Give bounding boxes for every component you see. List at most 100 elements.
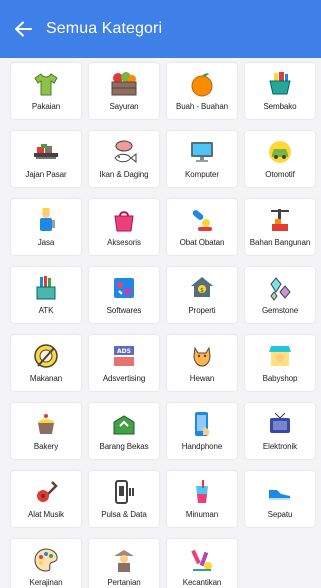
category-grid: Pakaian Sayuran Buah - Buahan Sembako Ja…	[11, 63, 321, 588]
category-card-buah[interactable]: Buah - Buahan	[167, 63, 237, 119]
category-label: Alat Musik	[28, 510, 64, 519]
back-button[interactable]	[0, 0, 46, 58]
handbag-icon	[109, 205, 139, 235]
grocery-basket-icon	[265, 69, 295, 99]
category-label: Softwares	[106, 306, 142, 315]
snack-tray-icon	[31, 137, 61, 167]
vegetable-crate-icon	[109, 69, 139, 99]
category-label: Kecantikan	[182, 578, 222, 587]
fish-meat-icon	[109, 137, 139, 167]
category-label: Otomotif	[265, 170, 295, 179]
category-card-otomotif[interactable]: Otomotif	[245, 131, 315, 187]
worker-icon	[31, 205, 61, 235]
category-label: Makanan	[29, 374, 63, 383]
cupcake-icon	[31, 409, 61, 439]
category-label: Sembako	[263, 102, 297, 111]
category-card-atk[interactable]: ATK	[11, 267, 81, 323]
orange-fruit-icon	[187, 69, 217, 99]
smartphone-icon	[187, 409, 217, 439]
category-card-jajan-pasar[interactable]: Jajan Pasar	[11, 131, 81, 187]
category-label: Komputer	[185, 170, 219, 179]
phone-credit-icon	[109, 477, 139, 507]
category-card-obat[interactable]: Obat Obatan	[167, 199, 237, 255]
drink-icon	[187, 477, 217, 507]
category-label: Minuman	[185, 510, 219, 519]
computer-monitor-icon	[187, 137, 217, 167]
shoe-icon	[265, 477, 295, 507]
category-label: Barang Bekas	[99, 442, 149, 451]
category-label: Pertanian	[107, 578, 141, 587]
category-label: ATK	[38, 306, 54, 315]
ads-banner-icon: ADS	[109, 341, 139, 371]
category-label: Pulsa & Data	[101, 510, 147, 519]
category-label: Jasa	[37, 238, 55, 247]
category-label: Hewan	[189, 374, 215, 383]
category-label: Sepatu	[267, 510, 293, 519]
category-label: Bahan Bangunan	[249, 238, 311, 247]
arrow-left-icon	[15, 21, 32, 37]
medicine-icon	[187, 205, 217, 235]
baby-shop-icon	[265, 341, 295, 371]
category-label: Handphone	[181, 442, 223, 451]
property-house-icon: $	[187, 273, 217, 303]
farmer-icon	[109, 545, 139, 575]
category-card-sembako[interactable]: Sembako	[245, 63, 315, 119]
category-card-alat-musik[interactable]: Alat Musik	[11, 471, 81, 527]
software-icon	[109, 273, 139, 303]
recycle-box-icon	[109, 409, 139, 439]
page-title: Semua Kategori	[46, 20, 163, 37]
category-label: Elektronik	[262, 442, 298, 451]
category-label: Gemstone	[261, 306, 299, 315]
construction-crane-icon	[265, 205, 295, 235]
category-card-softwares[interactable]: Softwares	[89, 267, 159, 323]
television-icon	[265, 409, 295, 439]
category-card-komputer[interactable]: Komputer	[167, 131, 237, 187]
category-card-bakery[interactable]: Bakery	[11, 403, 81, 459]
category-card-adsvertising[interactable]: ADS Adsvertising	[89, 335, 159, 391]
category-card-makanan[interactable]: Makanan	[11, 335, 81, 391]
category-label: Babyshop	[262, 374, 298, 383]
category-label: Adsvertising	[102, 374, 146, 383]
category-card-gemstone[interactable]: Gemstone	[245, 267, 315, 323]
category-label: Buah - Buahan	[175, 102, 229, 111]
category-card-barang-bekas[interactable]: Barang Bekas	[89, 403, 159, 459]
category-card-hewan[interactable]: Hewan	[167, 335, 237, 391]
svg-text:ADS: ADS	[117, 348, 131, 355]
stationery-icon	[31, 273, 61, 303]
food-plate-icon	[31, 341, 61, 371]
category-card-sepatu[interactable]: Sepatu	[245, 471, 315, 527]
cat-icon	[187, 341, 217, 371]
category-card-aksesoris[interactable]: Aksesoris	[89, 199, 159, 255]
paint-palette-icon	[31, 545, 61, 575]
category-card-elektronik[interactable]: Elektronik	[245, 403, 315, 459]
category-card-properti[interactable]: $ Properti	[167, 267, 237, 323]
category-card-kecantikan[interactable]: Kecantikan	[167, 539, 237, 588]
category-card-pulsa-data[interactable]: Pulsa & Data	[89, 471, 159, 527]
category-card-kerajinan[interactable]: Kerajinan	[11, 539, 81, 588]
category-label: Obat Obatan	[179, 238, 225, 247]
category-label: Jajan Pasar	[25, 170, 67, 179]
category-card-babyshop[interactable]: Babyshop	[245, 335, 315, 391]
category-card-handphone[interactable]: Handphone	[167, 403, 237, 459]
category-label: Aksesoris	[107, 238, 141, 247]
shirt-icon	[31, 69, 61, 99]
category-card-minuman[interactable]: Minuman	[167, 471, 237, 527]
category-label: Sayuran	[109, 102, 139, 111]
category-card-jasa[interactable]: Jasa	[11, 199, 81, 255]
category-card-pertanian[interactable]: Pertanian	[89, 539, 159, 588]
svg-text:$: $	[200, 287, 204, 294]
gemstone-icon	[265, 273, 295, 303]
cosmetics-icon	[187, 545, 217, 575]
category-card-sayuran[interactable]: Sayuran	[89, 63, 159, 119]
category-label: Pakaian	[31, 102, 61, 111]
car-icon	[265, 137, 295, 167]
app-bar: Semua Kategori	[0, 0, 321, 58]
guitar-icon	[31, 477, 61, 507]
category-label: Ikan & Daging	[99, 170, 149, 179]
category-card-bahan-bangunan[interactable]: Bahan Bangunan	[245, 199, 315, 255]
category-card-ikan-daging[interactable]: Ikan & Daging	[89, 131, 159, 187]
category-label: Kerajinan	[29, 578, 63, 587]
category-label: Properti	[188, 306, 216, 315]
category-card-pakaian[interactable]: Pakaian	[11, 63, 81, 119]
category-label: Bakery	[33, 442, 59, 451]
